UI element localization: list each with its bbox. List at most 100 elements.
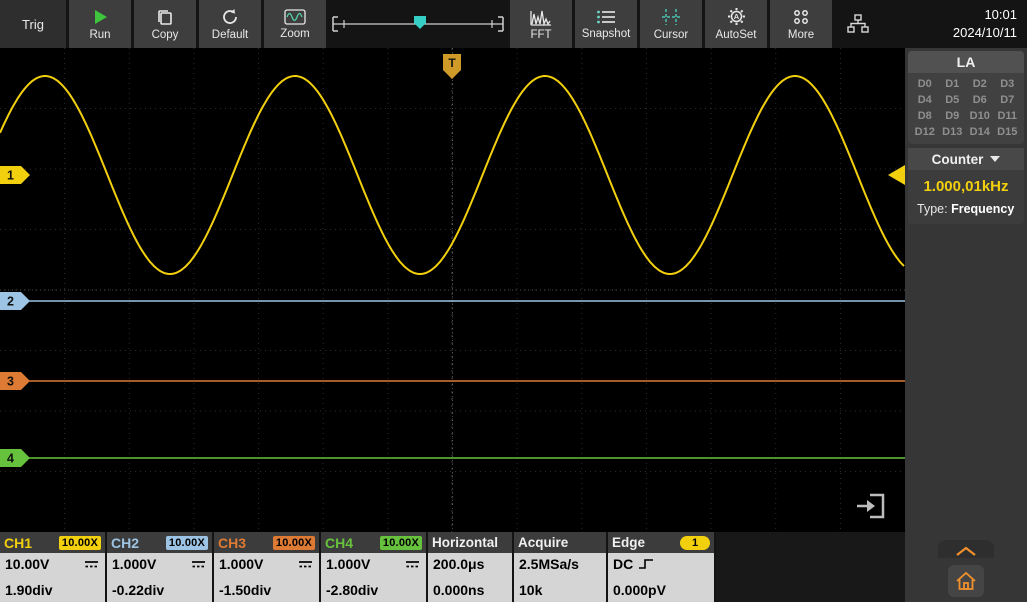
acquire-status-panel[interactable]: Acquire 2.5MSa/s 10k (514, 532, 606, 602)
trigger-level-value: 0.000pV (613, 582, 666, 598)
ch3-offset: -1.50div (219, 582, 271, 598)
la-digit[interactable]: D1 (939, 78, 967, 90)
ch2-probe-badge: 10.00X (166, 536, 208, 550)
waveform-display[interactable]: 1234T (0, 48, 905, 532)
ch2-header: CH2 10.00X (107, 532, 212, 553)
counter-dropdown[interactable]: Counter (908, 148, 1024, 170)
horizontal-title: Horizontal (432, 535, 498, 550)
hpos-marker[interactable] (414, 16, 426, 29)
ch2-status-panel[interactable]: CH2 10.00X 1.000V -0.22div (107, 532, 212, 602)
ch1-marker-number: 1 (7, 169, 14, 183)
la-digit[interactable]: D6 (966, 94, 994, 106)
la-digit[interactable]: D11 (994, 110, 1022, 122)
status-bar: CH1 10.00X 10.00V 1.90div CH2 10.00X 1.0… (0, 532, 905, 602)
horizontal-delay-value: 0.000ns (433, 582, 484, 598)
copy-icon (156, 8, 174, 26)
ch2-scale: 1.000V (112, 556, 156, 572)
fft-label: FFT (530, 29, 551, 41)
trigger-coupling-value: DC (613, 556, 633, 572)
la-digit[interactable]: D4 (911, 94, 939, 106)
la-digit[interactable]: D12 (911, 126, 939, 138)
network-status-button[interactable] (835, 0, 881, 48)
ch1-probe-badge: 10.00X (59, 536, 101, 550)
trigger-header: Edge 1 (608, 532, 714, 553)
clock[interactable]: 10:01 2024/10/11 (953, 0, 1027, 48)
ch3-position-marker[interactable] (0, 372, 30, 390)
clock-date: 2024/10/11 (953, 24, 1017, 42)
sample-rate-value: 2.5MSa/s (519, 556, 579, 572)
ch1-header: CH1 10.00X (0, 532, 105, 553)
ch2-label: CH2 (111, 535, 139, 551)
sidebar-bottom (905, 540, 1027, 597)
ch4-status-panel[interactable]: CH4 10.00X 1.000V -2.80div (321, 532, 426, 602)
play-icon (91, 8, 109, 26)
home-button[interactable] (948, 565, 984, 597)
zoom-label: Zoom (280, 28, 309, 40)
reset-icon (221, 8, 239, 26)
la-digit[interactable]: D8 (911, 110, 939, 122)
la-panel: LA D0D1D2D3D4D5D6D7D8D9D10D11D12D13D14D1… (908, 51, 1024, 144)
run-button[interactable]: Run (69, 0, 131, 48)
clock-time: 10:01 (953, 6, 1017, 24)
ch4-label: CH4 (325, 535, 353, 551)
ch3-status-panel[interactable]: CH3 10.00X 1.000V -1.50div (214, 532, 319, 602)
la-digit[interactable]: D9 (939, 110, 967, 122)
ch2-values: 1.000V -0.22div (107, 553, 212, 602)
cursor-button[interactable]: Cursor (640, 0, 702, 48)
counter-type-value: Frequency (951, 202, 1014, 216)
dc-coupling-icon (84, 559, 99, 569)
snapshot-button[interactable]: Snapshot (575, 0, 637, 48)
horizontal-header: Horizontal (428, 532, 512, 553)
run-label: Run (89, 29, 110, 41)
la-digit[interactable]: D15 (994, 126, 1022, 138)
la-digit[interactable]: D10 (966, 110, 994, 122)
la-digit[interactable]: D7 (994, 94, 1022, 106)
trigger-values: DC 0.000pV (608, 553, 714, 602)
sidebar: LA D0D1D2D3D4D5D6D7D8D9D10D11D12D13D14D1… (905, 48, 1027, 602)
counter-type-label: Type: (917, 202, 948, 216)
network-topology-icon (847, 14, 869, 34)
ch3-label: CH3 (218, 535, 246, 551)
ch4-header: CH4 10.00X (321, 532, 426, 553)
la-digit[interactable]: D13 (939, 126, 967, 138)
timebase-value: 200.0μs (433, 556, 484, 572)
trig-label: Trig (22, 17, 44, 32)
counter-panel: Counter 1.000,01kHz Type: Frequency (908, 148, 1024, 224)
horizontal-status-panel[interactable]: Horizontal 200.0μs 0.000ns (428, 532, 512, 602)
more-button[interactable]: More (770, 0, 832, 48)
counter-title: Counter (932, 152, 984, 167)
collapse-panel-button[interactable] (938, 540, 994, 558)
la-digit[interactable]: D5 (939, 94, 967, 106)
horizontal-position-slider[interactable] (329, 0, 507, 48)
ch4-offset: -2.80div (326, 582, 378, 598)
home-icon (955, 571, 977, 591)
cursor-label: Cursor (654, 29, 689, 41)
copy-button[interactable]: Copy (134, 0, 196, 48)
ch1-scale: 10.00V (5, 556, 49, 572)
ch3-marker-number: 3 (7, 375, 14, 389)
la-digit[interactable]: D0 (911, 78, 939, 90)
ch4-marker-number: 4 (7, 452, 14, 466)
more-label: More (788, 29, 814, 41)
la-digit[interactable]: D2 (966, 78, 994, 90)
default-button[interactable]: Default (199, 0, 261, 48)
ch2-offset: -0.22div (112, 582, 164, 598)
fft-button[interactable]: FFT (510, 0, 572, 48)
ch2-position-marker[interactable] (0, 292, 30, 310)
ch1-values: 10.00V 1.90div (0, 553, 105, 602)
trig-menu-button[interactable]: Trig (0, 0, 66, 48)
zoom-button[interactable]: Zoom (264, 0, 326, 48)
rising-edge-icon (638, 558, 654, 570)
la-digit[interactable]: D14 (966, 126, 994, 138)
ch1-offset: 1.90div (5, 582, 52, 598)
autoset-button[interactable]: A AutoSet (705, 0, 767, 48)
chevron-down-icon (990, 156, 1000, 162)
trigger-status-panel[interactable]: Edge 1 DC 0.000pV (608, 532, 714, 602)
acquire-values: 2.5MSa/s 10k (514, 553, 606, 602)
la-digit[interactable]: D3 (994, 78, 1022, 90)
ch4-position-marker[interactable] (0, 449, 30, 467)
trigger-level-marker[interactable] (888, 165, 905, 185)
ch1-status-panel[interactable]: CH1 10.00X 10.00V 1.90div (0, 532, 105, 602)
force-trigger-icon[interactable] (857, 495, 883, 517)
ch3-header: CH3 10.00X (214, 532, 319, 553)
